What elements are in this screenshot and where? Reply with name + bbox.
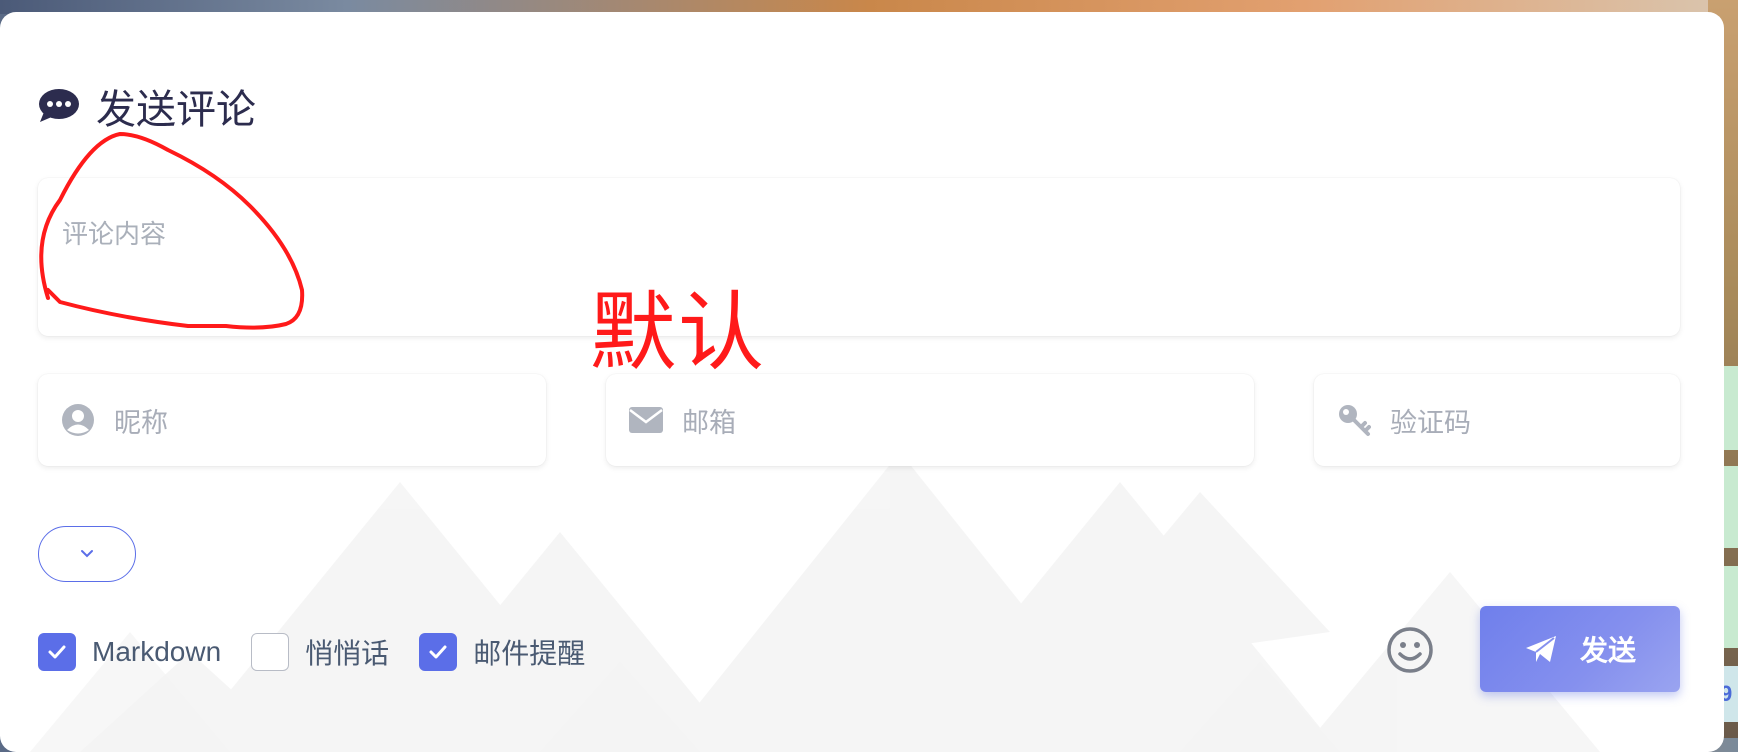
expand-toggle-button[interactable] [38, 526, 136, 582]
markdown-checkbox[interactable] [38, 633, 76, 671]
envelope-icon [628, 402, 664, 438]
whisper-label[interactable]: 悄悄话 [305, 632, 389, 672]
nickname-field[interactable]: 昵称 [38, 374, 546, 466]
comment-form-card: 发送评论 评论内容 昵称 邮箱 验证码 Markdown 悄悄话 邮件提醒 发送 [0, 12, 1724, 752]
email-placeholder: 邮箱 [682, 407, 736, 439]
nickname-placeholder: 昵称 [114, 407, 168, 439]
check-icon [48, 645, 66, 659]
form-options: Markdown 悄悄话 邮件提醒 [38, 630, 615, 674]
key-icon [1336, 402, 1372, 438]
user-icon [60, 402, 96, 438]
form-title: 发送评论 [96, 87, 256, 133]
email-field[interactable]: 邮箱 [606, 374, 1254, 466]
send-button[interactable]: 发送 [1480, 606, 1680, 692]
comment-content-placeholder: 评论内容 [62, 220, 167, 250]
paper-plane-icon [1525, 636, 1556, 662]
send-label: 发送 [1579, 634, 1636, 667]
captcha-field[interactable]: 验证码 [1314, 374, 1680, 466]
smile-icon[interactable] [1386, 626, 1434, 674]
whisper-checkbox[interactable] [251, 633, 290, 671]
markdown-label[interactable]: Markdown [92, 636, 221, 668]
chevron-down-icon [81, 550, 93, 558]
form-heading: 发送评论 [38, 76, 256, 136]
annotation-text: 默认 [590, 283, 766, 383]
email-notify-label[interactable]: 邮件提醒 [473, 632, 585, 672]
email-notify-checkbox[interactable] [419, 633, 458, 671]
check-icon [429, 645, 447, 659]
captcha-placeholder: 验证码 [1390, 407, 1471, 439]
comment-content-textarea[interactable]: 评论内容 [38, 178, 1680, 336]
comment-icon [38, 86, 80, 126]
